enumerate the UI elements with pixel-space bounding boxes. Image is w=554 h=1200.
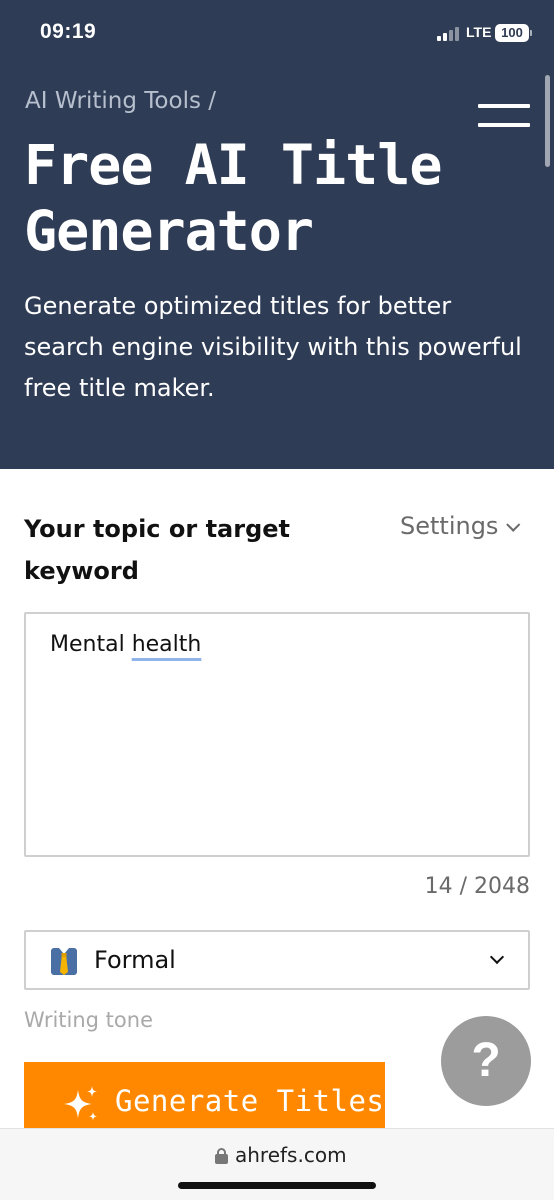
topic-input-spellcheck-word: health bbox=[131, 632, 202, 657]
page-subtitle: Generate optimized titles for better sea… bbox=[24, 292, 522, 402]
necktie-emoji-icon bbox=[51, 948, 77, 975]
breadcrumb[interactable]: AI Writing Tools / bbox=[25, 88, 216, 114]
settings-label: Settings bbox=[400, 512, 499, 540]
browser-url-bar[interactable]: ahrefs.com bbox=[0, 1128, 554, 1200]
writing-tone-select[interactable]: Formal bbox=[24, 930, 530, 990]
battery-icon: 100 bbox=[495, 24, 529, 42]
network-type: LTE bbox=[466, 24, 492, 40]
cellular-signal-icon bbox=[437, 25, 463, 41]
topic-input[interactable]: Mental health bbox=[24, 612, 530, 857]
help-button[interactable]: ? bbox=[441, 1016, 531, 1106]
hamburger-menu-icon[interactable] bbox=[478, 104, 530, 128]
battery-tip bbox=[530, 30, 532, 36]
home-indicator[interactable] bbox=[178, 1182, 376, 1189]
topic-input-text: Mental bbox=[50, 632, 132, 657]
sparkles-icon bbox=[64, 1086, 97, 1121]
scrollbar-thumb[interactable] bbox=[545, 75, 550, 167]
lock-icon bbox=[215, 1148, 228, 1164]
chevron-down-icon bbox=[506, 517, 521, 532]
page-title: Free AI Title Generator bbox=[24, 133, 442, 263]
writing-tone-value: Formal bbox=[94, 946, 176, 974]
settings-dropdown[interactable]: Settings bbox=[400, 512, 521, 540]
url-text: ahrefs.com bbox=[235, 1143, 347, 1167]
character-counter: 14 / 2048 bbox=[424, 874, 530, 899]
generate-titles-label: Generate Titles bbox=[115, 1084, 385, 1118]
writing-tone-caption: Writing tone bbox=[24, 1008, 153, 1032]
page-header: 09:19 LTE 100 AI Writing Tools / Free AI… bbox=[0, 0, 554, 469]
chevron-down-icon bbox=[489, 949, 505, 965]
topic-field-label: Your topic or target keyword bbox=[24, 515, 291, 585]
status-time: 09:19 bbox=[40, 20, 97, 43]
